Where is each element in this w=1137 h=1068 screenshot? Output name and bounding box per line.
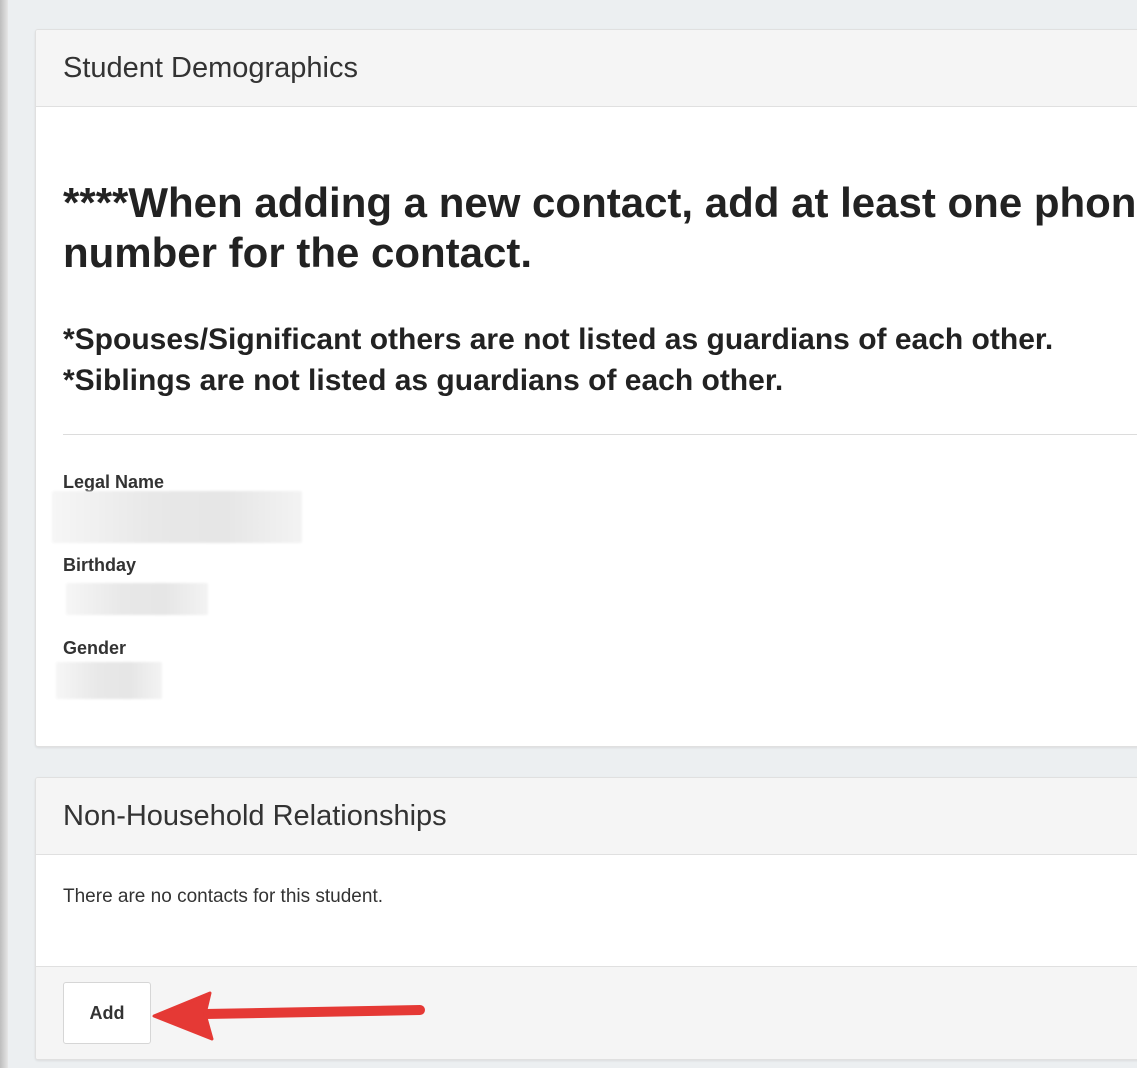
- new-contact-notice: ****When adding a new contact, add at le…: [63, 179, 1137, 276]
- student-demographics-card: Student Demographics ****When adding a n…: [35, 29, 1137, 747]
- non-household-relationships-title: Non-Household Relationships: [63, 799, 447, 832]
- birthday-label: Birthday: [63, 555, 137, 575]
- legal-name-label: Legal Name: [63, 472, 165, 492]
- birthday-value-redacted: [66, 583, 208, 615]
- spouses-notice: *Spouses/Significant others are not list…: [63, 323, 1054, 356]
- add-contact-button[interactable]: Add: [63, 982, 151, 1044]
- student-demographics-title: Student Demographics: [63, 51, 358, 84]
- siblings-notice: *Siblings are not listed as guardians of…: [63, 364, 784, 397]
- legal-name-value-redacted: [52, 491, 302, 543]
- page: Student Demographics ****When adding a n…: [0, 0, 1137, 1068]
- student-demographics-header: Student Demographics: [36, 30, 1137, 107]
- gender-label: Gender: [63, 638, 127, 658]
- left-rail: [0, 0, 8, 1068]
- red-arrow-icon: [152, 991, 425, 1041]
- guardian-notice: *Spouses/Significant others are not list…: [63, 319, 1053, 401]
- gender-value-redacted: [56, 662, 162, 699]
- section-divider: [63, 434, 1137, 435]
- non-household-relationships-header: Non-Household Relationships: [36, 778, 1137, 855]
- no-contacts-message: There are no contacts for this student.: [63, 886, 384, 907]
